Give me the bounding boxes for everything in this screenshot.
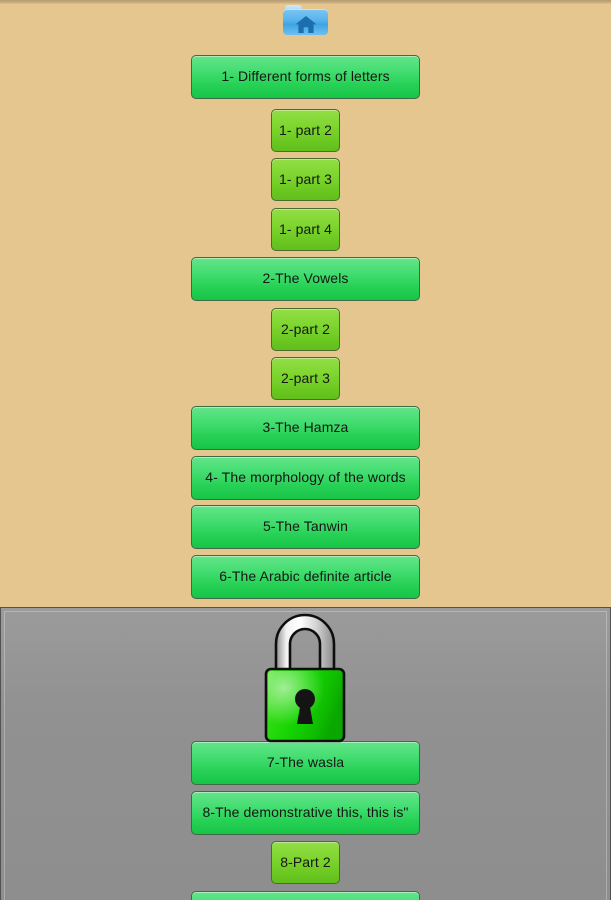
lesson-list-screen: 1- Different forms of letters 1- part 2 … [0, 0, 611, 900]
lesson-button-1-part-2[interactable]: 1- part 2 [271, 109, 340, 152]
lesson-button-6[interactable]: 6-The Arabic definite article [191, 555, 420, 599]
lesson-button-2[interactable]: 2-The Vowels [191, 257, 420, 301]
lesson-button-1-part-3[interactable]: 1- part 3 [271, 158, 340, 201]
home-button[interactable] [283, 5, 328, 35]
lesson-button-next-partial[interactable] [191, 891, 420, 900]
lesson-button-7[interactable]: 7-The wasla [191, 741, 420, 785]
lesson-button-8-part-2[interactable]: 8-Part 2 [271, 841, 340, 884]
home-icon [295, 16, 316, 33]
lesson-button-8[interactable]: 8-The demonstrative this, this is" [191, 791, 420, 835]
lesson-button-4[interactable]: 4- The morphology of the words [191, 456, 420, 500]
padlock-icon [264, 613, 346, 743]
lesson-button-2-part-2[interactable]: 2-part 2 [271, 308, 340, 351]
lesson-button-2-part-3[interactable]: 2-part 3 [271, 357, 340, 400]
lesson-button-1[interactable]: 1- Different forms of letters [191, 55, 420, 99]
lesson-button-5[interactable]: 5-The Tanwin [191, 505, 420, 549]
top-edge-band [0, 0, 611, 4]
lesson-button-3[interactable]: 3-The Hamza [191, 406, 420, 450]
lesson-button-1-part-4[interactable]: 1- part 4 [271, 208, 340, 251]
